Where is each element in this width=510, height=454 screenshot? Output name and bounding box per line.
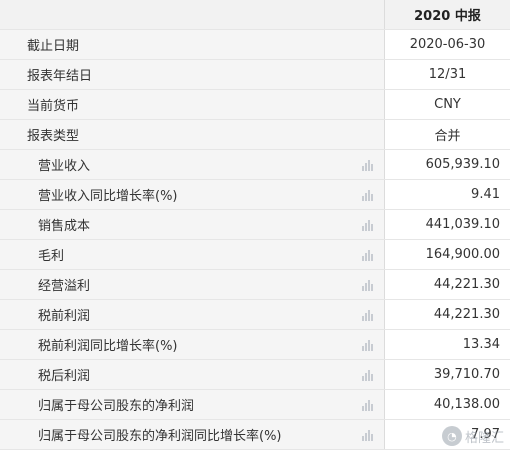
table-row: 当前货币 CNY <box>0 90 510 120</box>
row-label: 营业收入 <box>38 159 91 174</box>
row-label: 税后利润 <box>38 369 91 384</box>
bar-chart-icon[interactable] <box>361 189 374 201</box>
row-value: 2020-06-30 <box>385 30 510 59</box>
table-row: 截止日期 2020-06-30 <box>0 30 510 60</box>
row-label: 当前货币 <box>27 99 80 114</box>
table-row: 税前利润 44,221.30 <box>0 300 510 330</box>
table-row: 归属于母公司股东的净利润同比增长率(%) 7.97 <box>0 420 510 450</box>
table-row: 税前利润同比增长率(%) 13.34 <box>0 330 510 360</box>
row-label: 销售成本 <box>38 219 91 234</box>
table-row: 营业收入同比增长率(%) 9.41 <box>0 180 510 210</box>
table-row: 报表年结日 12/31 <box>0 60 510 90</box>
row-value: 44,221.30 <box>385 270 510 299</box>
bar-chart-icon[interactable] <box>361 249 374 261</box>
table-row: 毛利 164,900.00 <box>0 240 510 270</box>
bar-chart-icon[interactable] <box>361 159 374 171</box>
row-label: 税前利润 <box>38 309 91 324</box>
bar-chart-icon[interactable] <box>361 219 374 231</box>
row-value: 40,138.00 <box>385 390 510 419</box>
row-label: 营业收入同比增长率(%) <box>38 189 178 204</box>
table-row: 归属于母公司股东的净利润 40,138.00 <box>0 390 510 420</box>
row-value: 13.34 <box>385 330 510 359</box>
row-label: 归属于母公司股东的净利润同比增长率(%) <box>38 429 282 444</box>
row-label: 报表年结日 <box>27 69 93 84</box>
header-label-cell <box>0 0 385 29</box>
bar-chart-icon[interactable] <box>361 399 374 411</box>
row-label: 经营溢利 <box>38 279 91 294</box>
table-header: 2020 中报 <box>0 0 510 30</box>
row-label: 归属于母公司股东的净利润 <box>38 399 195 414</box>
table-row: 营业收入 605,939.10 <box>0 150 510 180</box>
bar-chart-icon[interactable] <box>361 369 374 381</box>
row-value: 12/31 <box>385 60 510 89</box>
row-value: 441,039.10 <box>385 210 510 239</box>
row-value: 164,900.00 <box>385 240 510 269</box>
table-row: 经营溢利 44,221.30 <box>0 270 510 300</box>
table-row: 报表类型 合并 <box>0 120 510 150</box>
row-value: 39,710.70 <box>385 360 510 389</box>
bar-chart-icon[interactable] <box>361 429 374 441</box>
row-value: 合并 <box>385 120 510 149</box>
row-label: 税前利润同比增长率(%) <box>38 339 178 354</box>
watermark-text: 格隆汇 <box>464 430 504 446</box>
row-value: 44,221.30 <box>385 300 510 329</box>
financial-table: 2020 中报 截止日期 2020-06-30 报表年结日 12/31 当前货币… <box>0 0 510 450</box>
period-header: 2020 中报 <box>385 0 510 29</box>
table-row: 销售成本 441,039.10 <box>0 210 510 240</box>
row-value: 9.41 <box>385 180 510 209</box>
watermark: ◔ 格隆汇 <box>441 424 504 448</box>
row-label: 毛利 <box>38 249 65 264</box>
bar-chart-icon[interactable] <box>361 309 374 321</box>
row-value: 605,939.10 <box>385 150 510 179</box>
watermark-logo-icon: ◔ <box>441 426 462 446</box>
row-value: CNY <box>385 90 510 119</box>
row-label: 报表类型 <box>27 129 80 144</box>
table-row: 税后利润 39,710.70 <box>0 360 510 390</box>
bar-chart-icon[interactable] <box>361 279 374 291</box>
row-label: 截止日期 <box>27 39 80 54</box>
bar-chart-icon[interactable] <box>361 339 374 351</box>
